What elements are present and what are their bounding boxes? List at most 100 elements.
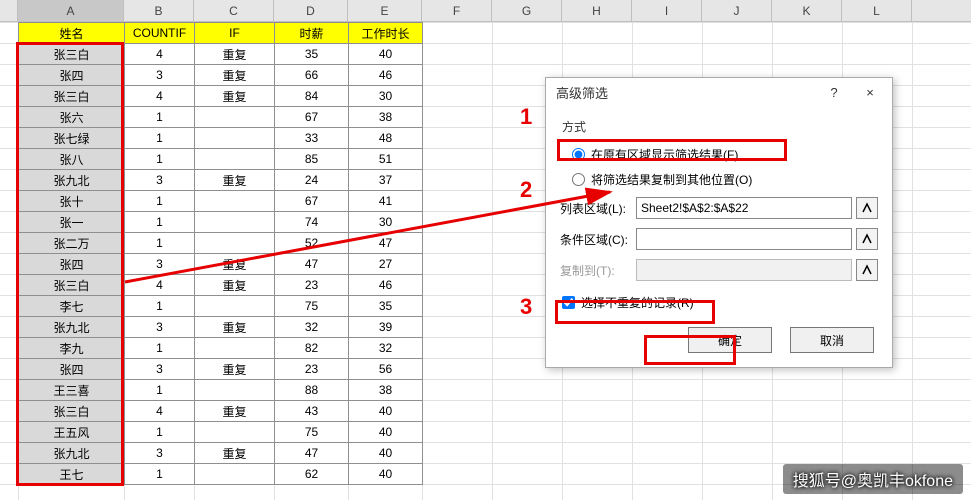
cell-rate[interactable]: 67 — [275, 107, 349, 128]
cell-name[interactable]: 张九北 — [19, 317, 125, 338]
cell-if[interactable]: 重复 — [195, 317, 275, 338]
cell-countif[interactable]: 4 — [125, 275, 195, 296]
cell-countif[interactable]: 4 — [125, 401, 195, 422]
table-row[interactable]: 张三白4重复8430 — [19, 86, 423, 107]
cell-hours[interactable]: 40 — [349, 422, 423, 443]
cell-if[interactable]: 重复 — [195, 254, 275, 275]
table-row[interactable]: 王七16240 — [19, 464, 423, 485]
table-row[interactable]: 张四3重复6646 — [19, 65, 423, 86]
table-row[interactable]: 王三喜18838 — [19, 380, 423, 401]
col-header-F[interactable]: F — [422, 0, 492, 21]
cell-rate[interactable]: 82 — [275, 338, 349, 359]
cell-name[interactable]: 张十 — [19, 191, 125, 212]
radio-filter-inplace[interactable]: 在原有区域显示筛选结果(F) — [572, 143, 878, 165]
cell-hours[interactable]: 51 — [349, 149, 423, 170]
table-row[interactable]: 张二万15247 — [19, 233, 423, 254]
col-header-L[interactable]: L — [842, 0, 912, 21]
col-header-E[interactable]: E — [348, 0, 422, 21]
cell-rate[interactable]: 88 — [275, 380, 349, 401]
cell-rate[interactable]: 43 — [275, 401, 349, 422]
cell-rate[interactable]: 47 — [275, 443, 349, 464]
table-row[interactable]: 李九18232 — [19, 338, 423, 359]
radio-filter-inplace-input[interactable] — [572, 148, 585, 161]
cell-hours[interactable]: 56 — [349, 359, 423, 380]
cell-name[interactable]: 李七 — [19, 296, 125, 317]
cell-if[interactable] — [195, 296, 275, 317]
cell-countif[interactable]: 1 — [125, 296, 195, 317]
dialog-titlebar[interactable]: 高级筛选 ? × — [546, 78, 892, 106]
cell-hours[interactable]: 46 — [349, 65, 423, 86]
cell-countif[interactable]: 1 — [125, 338, 195, 359]
table-row[interactable]: 张三白4重复3540 — [19, 44, 423, 65]
cell-if[interactable] — [195, 338, 275, 359]
table-row[interactable]: 张九北3重复2437 — [19, 170, 423, 191]
table-row[interactable]: 张十16741 — [19, 191, 423, 212]
cell-rate[interactable]: 23 — [275, 275, 349, 296]
cell-if[interactable] — [195, 464, 275, 485]
ok-button[interactable]: 确定 — [688, 327, 772, 353]
cell-hours[interactable]: 40 — [349, 464, 423, 485]
col-header-K[interactable]: K — [772, 0, 842, 21]
cell-countif[interactable]: 1 — [125, 149, 195, 170]
cell-if[interactable] — [195, 107, 275, 128]
cell-rate[interactable]: 52 — [275, 233, 349, 254]
cell-countif[interactable]: 1 — [125, 380, 195, 401]
cell-name[interactable]: 张九北 — [19, 443, 125, 464]
cell-if[interactable]: 重复 — [195, 170, 275, 191]
unique-records-input[interactable] — [562, 296, 575, 309]
table-row[interactable]: 张八18551 — [19, 149, 423, 170]
cell-if[interactable] — [195, 380, 275, 401]
col-header-C[interactable]: C — [194, 0, 274, 21]
cell-if[interactable]: 重复 — [195, 359, 275, 380]
cell-hours[interactable]: 38 — [349, 107, 423, 128]
cell-name[interactable]: 张三白 — [19, 401, 125, 422]
cell-rate[interactable]: 85 — [275, 149, 349, 170]
cell-rate[interactable]: 66 — [275, 65, 349, 86]
cell-rate[interactable]: 33 — [275, 128, 349, 149]
table-row[interactable]: 王五风17540 — [19, 422, 423, 443]
copyto-ref-button[interactable] — [856, 259, 878, 281]
cell-name[interactable]: 王三喜 — [19, 380, 125, 401]
cell-name[interactable]: 张四 — [19, 65, 125, 86]
cell-if[interactable]: 重复 — [195, 443, 275, 464]
table-row[interactable]: 张四3重复4727 — [19, 254, 423, 275]
col-header-G[interactable]: G — [492, 0, 562, 21]
cell-rate[interactable]: 75 — [275, 422, 349, 443]
list-range-ref-button[interactable] — [856, 197, 878, 219]
cell-if[interactable]: 重复 — [195, 65, 275, 86]
cell-hours[interactable]: 40 — [349, 443, 423, 464]
cell-hours[interactable]: 48 — [349, 128, 423, 149]
cell-name[interactable]: 张一 — [19, 212, 125, 233]
cell-rate[interactable]: 24 — [275, 170, 349, 191]
cell-hours[interactable]: 27 — [349, 254, 423, 275]
cell-name[interactable]: 张七绿 — [19, 128, 125, 149]
cell-rate[interactable]: 62 — [275, 464, 349, 485]
cell-rate[interactable]: 74 — [275, 212, 349, 233]
table-row[interactable]: 张三白4重复4340 — [19, 401, 423, 422]
cell-name[interactable]: 张三白 — [19, 275, 125, 296]
cell-hours[interactable]: 30 — [349, 212, 423, 233]
table-row[interactable]: 张七绿13348 — [19, 128, 423, 149]
cell-if[interactable] — [195, 191, 275, 212]
unique-records-check[interactable]: 选择不重复的记录(R) — [562, 291, 878, 313]
cell-hours[interactable]: 37 — [349, 170, 423, 191]
cell-countif[interactable]: 3 — [125, 170, 195, 191]
cell-if[interactable] — [195, 149, 275, 170]
cell-hours[interactable]: 46 — [349, 275, 423, 296]
cell-countif[interactable]: 3 — [125, 359, 195, 380]
cell-hours[interactable]: 41 — [349, 191, 423, 212]
criteria-range-ref-button[interactable] — [856, 228, 878, 250]
cell-rate[interactable]: 84 — [275, 86, 349, 107]
cell-countif[interactable]: 3 — [125, 317, 195, 338]
table-row[interactable]: 张九北3重复4740 — [19, 443, 423, 464]
data-table[interactable]: 姓名 COUNTIF IF 时薪 工作时长 张三白4重复3540张四3重复664… — [18, 22, 423, 485]
cell-hours[interactable]: 39 — [349, 317, 423, 338]
table-row[interactable]: 张三白4重复2346 — [19, 275, 423, 296]
cell-hours[interactable]: 40 — [349, 44, 423, 65]
cell-if[interactable]: 重复 — [195, 44, 275, 65]
table-row[interactable]: 张四3重复2356 — [19, 359, 423, 380]
cell-hours[interactable]: 47 — [349, 233, 423, 254]
cell-countif[interactable]: 1 — [125, 191, 195, 212]
cell-if[interactable] — [195, 212, 275, 233]
radio-copy-elsewhere-input[interactable] — [572, 173, 585, 186]
